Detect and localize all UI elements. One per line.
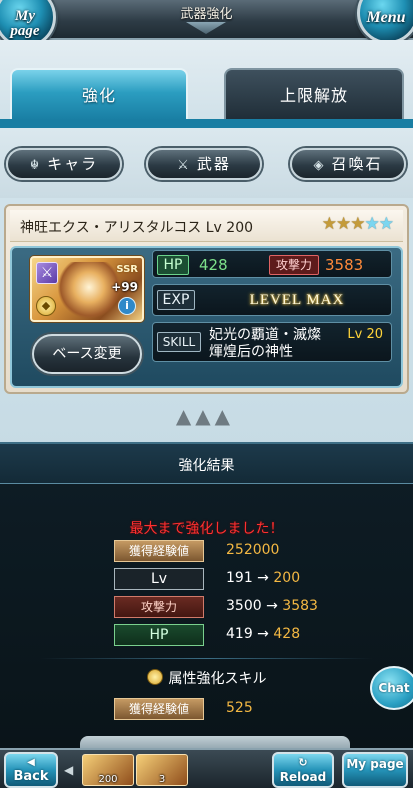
- item-slot-2[interactable]: 3: [136, 754, 188, 786]
- weapon-card[interactable]: ⚔ SSR +99 ◆ i: [30, 256, 144, 322]
- gold-coin-icon: ◆: [36, 296, 56, 316]
- uncap-stars: ★★★★★: [321, 214, 395, 234]
- gold-stars-icon: ★★★: [321, 214, 366, 234]
- hp-tag: HP: [157, 255, 189, 275]
- back-arrow-icon: ◀: [27, 757, 35, 768]
- element-exp-label: 獲得経験値: [114, 698, 204, 720]
- weapon-panel: 神旺エクス・アリスタルコス Lv 200 ★★★★★ ⚔ SSR +99 ◆ i…: [4, 204, 409, 394]
- hp-atk-box: HP 428 攻撃力 3583: [152, 250, 392, 278]
- max-message: 最大まで強化しました！: [129, 521, 284, 537]
- skill-name: 妃光の覇道・滅燦煇煌后の神性: [209, 327, 321, 360]
- element-skill-heading: 属性強化スキル: [0, 668, 413, 688]
- tab-limit-break[interactable]: 上限解放: [224, 68, 404, 120]
- info-icon[interactable]: i: [118, 297, 136, 315]
- result-panel: 強化結果 最大まで強化しました！ 獲得経験値 252000 Lv 191 → 2…: [0, 442, 413, 748]
- back-label: Back: [13, 769, 49, 784]
- character-icon: ☬: [29, 158, 42, 173]
- screen: 武器強化 My page Menu 強化 上限解放 ☬ キャラ ⚔ 武器 ◈ 召喚石 神…: [0, 0, 413, 788]
- menu-label: Menu: [366, 9, 406, 26]
- reload-button[interactable]: ↻ Reload: [272, 752, 334, 788]
- page-title: 武器強化: [180, 7, 233, 22]
- title-notch: [186, 22, 226, 34]
- tab-enhance[interactable]: 強化: [10, 68, 188, 120]
- category-summon-label: 召喚石: [331, 155, 383, 173]
- atk-value: 3583: [325, 256, 364, 274]
- category-summon-button[interactable]: ◈ 召喚石: [290, 148, 406, 180]
- footer-my-page-label: My page: [346, 757, 404, 771]
- scroll-left-icon[interactable]: ◀: [64, 760, 78, 780]
- item-1-count: 200: [98, 774, 118, 785]
- element-exp-value: 525: [226, 700, 253, 716]
- plus-bonus: +99: [111, 280, 138, 294]
- hp-value: 428: [199, 256, 228, 274]
- category-row: ☬ キャラ ⚔ 武器 ◈ 召喚石: [0, 128, 413, 198]
- divider: [40, 658, 373, 659]
- crossed-swords-icon: ⚔: [177, 158, 191, 173]
- back-button[interactable]: ◀ Back: [4, 752, 58, 788]
- weapon-name: 神旺エクス・アリスタルコス Lv 200: [20, 220, 254, 236]
- level-max-text: LEVEL MAX: [249, 292, 345, 308]
- my-page-label: My page: [10, 8, 40, 39]
- hp-change: 419 → 428: [226, 626, 301, 642]
- result-title: 強化結果: [178, 458, 235, 474]
- lv-change: 191 → 200: [226, 570, 301, 586]
- category-character-button[interactable]: ☬ キャラ: [6, 148, 122, 180]
- item-slot-1[interactable]: 200: [82, 754, 134, 786]
- item-2-count: 3: [158, 774, 166, 785]
- base-change-button[interactable]: ベース変更: [32, 334, 142, 374]
- rarity-badge: SSR: [116, 264, 138, 275]
- skill-box[interactable]: SKILL 妃光の覇道・滅燦煇煌后の神性 Lv 20: [152, 322, 392, 362]
- skill-tag: SKILL: [157, 332, 201, 352]
- exp-gained-label: 獲得経験値: [114, 540, 204, 562]
- hp-label: HP: [114, 624, 204, 646]
- footer-my-page-button[interactable]: My page: [342, 752, 408, 788]
- reload-label: Reload: [279, 770, 327, 784]
- reload-icon: ↻: [298, 756, 308, 769]
- crystal-icon: ◈: [313, 158, 326, 173]
- exp-tag: EXP: [157, 290, 195, 310]
- atk-change: 3500 → 3583: [226, 598, 318, 614]
- tab-row: 強化 上限解放: [0, 40, 413, 128]
- exp-box: EXP LEVEL MAX: [152, 284, 392, 316]
- blue-stars-icon: ★★: [364, 214, 395, 234]
- element-icon: ⚔: [36, 262, 58, 284]
- coin-icon: [146, 669, 163, 685]
- top-bar: 武器強化: [0, 0, 413, 40]
- result-header: 強化結果: [0, 444, 413, 484]
- atk-tag: 攻撃力: [269, 255, 319, 275]
- exp-gained-value: 252000: [226, 542, 280, 558]
- up-arrows-icon: ▲▲▲: [175, 404, 235, 428]
- atk-label: 攻撃力: [114, 596, 204, 618]
- element-skill-title: 属性強化スキル: [168, 671, 267, 687]
- category-weapon-button[interactable]: ⚔ 武器: [146, 148, 262, 180]
- skill-level: Lv 20: [347, 327, 383, 342]
- category-weapon-label: 武器: [196, 155, 231, 173]
- lv-label: Lv: [114, 568, 204, 590]
- weapon-name-bar: 神旺エクス・アリスタルコス Lv 200 ★★★★★: [10, 210, 403, 242]
- category-character-label: キャラ: [47, 155, 99, 173]
- tab-underline: [0, 119, 413, 128]
- chat-button[interactable]: Chat: [370, 666, 413, 710]
